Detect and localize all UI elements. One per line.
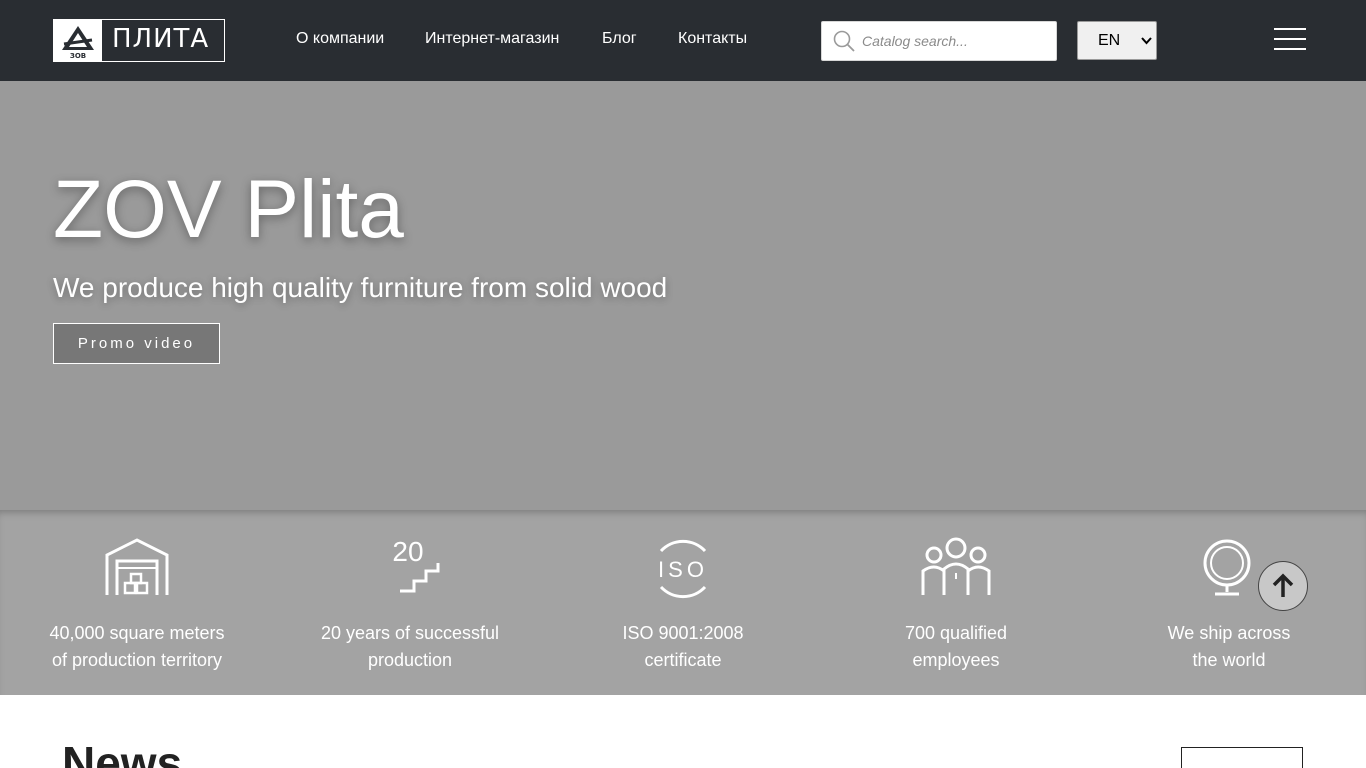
nav-item-about[interactable]: О компании bbox=[296, 30, 384, 48]
language-selected: EN bbox=[1098, 32, 1121, 49]
zov-logo-icon: ЗОВ bbox=[54, 20, 102, 61]
nav-item-contacts[interactable]: Контакты bbox=[678, 30, 747, 48]
globe-icon bbox=[1203, 539, 1251, 596]
feature-line2: employees bbox=[912, 650, 1000, 670]
features-strip: 40,000 square meters of production terri… bbox=[0, 510, 1366, 695]
chevron-down-icon bbox=[1141, 37, 1152, 45]
feature-line1: ISO 9001:2008 bbox=[622, 623, 744, 643]
iso-icon-text: ISO bbox=[658, 557, 708, 582]
feature-line1: We ship across bbox=[1167, 623, 1291, 643]
hero-title: ZOV Plita bbox=[53, 164, 404, 255]
feature-line2: the world bbox=[1192, 650, 1266, 670]
search-input[interactable] bbox=[862, 22, 1052, 60]
hero-banner: ZOV Plita We produce high quality furnit… bbox=[0, 81, 1366, 510]
feature-line2: certificate bbox=[644, 650, 722, 670]
feature-line1: 20 years of successful bbox=[320, 623, 500, 643]
search-icon bbox=[833, 30, 855, 52]
arrow-up-icon bbox=[1272, 573, 1294, 597]
site-logo[interactable]: ЗОВ ПЛИТА bbox=[53, 19, 225, 62]
scroll-to-top-button[interactable] bbox=[1258, 561, 1308, 611]
feature-line1: 700 qualified bbox=[904, 623, 1008, 643]
iso-icon: ISO bbox=[658, 539, 708, 599]
feature-item: ISO ISO 9001:2008 certificate bbox=[573, 510, 793, 695]
logo-mark-caption: ЗОВ bbox=[70, 52, 86, 60]
site-header: ЗОВ ПЛИТА О компании Интернет-магазин Бл… bbox=[0, 0, 1366, 81]
hamburger-icon[interactable] bbox=[1274, 28, 1306, 50]
feature-item: 40,000 square meters of production terri… bbox=[27, 510, 247, 695]
employees-icon bbox=[921, 537, 991, 595]
warehouse-icon bbox=[105, 538, 169, 595]
logo-text: ПЛИТА bbox=[112, 24, 210, 54]
catalog-search bbox=[821, 21, 1057, 61]
hero-subtitle: We produce high quality furniture from s… bbox=[53, 272, 668, 303]
feature-item: 700 qualified employees bbox=[846, 510, 1066, 695]
feature-line1: 40,000 square meters bbox=[49, 623, 225, 643]
feature-line2: of production territory bbox=[51, 650, 223, 670]
feature-item: 20 20 years of successful production bbox=[300, 510, 520, 695]
nav-item-blog[interactable]: Блог bbox=[602, 30, 637, 48]
nav-item-shop[interactable]: Интернет-магазин bbox=[425, 30, 559, 48]
language-select[interactable]: EN bbox=[1077, 21, 1157, 60]
twenty-years-icon-text: 20 bbox=[392, 537, 423, 567]
feature-item: We ship across the world bbox=[1119, 510, 1339, 695]
promo-video-button[interactable]: Promo video bbox=[53, 323, 220, 364]
feature-line2: production bbox=[367, 650, 453, 670]
news-heading: News bbox=[62, 737, 183, 768]
twenty-years-icon: 20 bbox=[392, 537, 440, 593]
all-news-button[interactable]: All news bbox=[1181, 747, 1303, 768]
